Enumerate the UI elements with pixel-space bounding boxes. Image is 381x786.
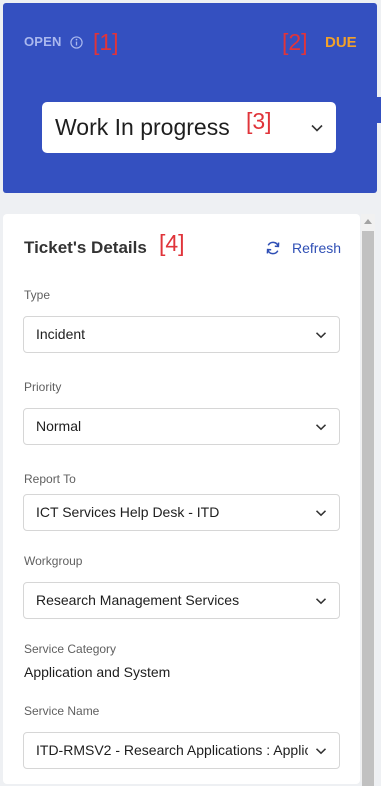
service-name-select[interactable]: ITD-RMSV2 - Research Applications : Appl… <box>23 732 340 769</box>
type-select-value: Incident <box>36 326 86 342</box>
annotation-marker-4: [4] <box>159 230 185 256</box>
workgroup-select[interactable]: Research Management Services <box>23 582 340 619</box>
refresh-icon <box>266 241 280 255</box>
status-dropdown[interactable]: Work In progress <box>42 102 336 153</box>
chevron-down-icon <box>311 124 323 132</box>
priority-label: Priority <box>24 380 62 394</box>
workgroup-label: Workgroup <box>24 554 83 568</box>
workgroup-select-value: Research Management Services <box>36 592 240 608</box>
scrollbar[interactable] <box>361 214 375 786</box>
chevron-down-icon <box>315 510 327 517</box>
priority-select[interactable]: Normal <box>23 408 340 445</box>
priority-select-value: Normal <box>36 418 82 434</box>
status-dropdown-value: Work In progress <box>55 114 230 140</box>
service-category-value: Application and System <box>24 664 171 680</box>
report-to-label: Report To <box>24 472 76 486</box>
refresh-label: Refresh <box>292 240 342 256</box>
scroll-up-arrow-icon[interactable] <box>364 219 372 224</box>
info-icon[interactable] <box>70 36 83 49</box>
refresh-button[interactable]: Refresh <box>265 239 341 257</box>
annotation-marker-2: [2] <box>282 29 308 55</box>
status-open-label: OPEN <box>24 34 62 49</box>
report-to-select[interactable]: ICT Services Help Desk - ITD <box>23 494 340 531</box>
chevron-down-icon <box>315 598 327 605</box>
panel-edge <box>377 97 381 123</box>
annotation-marker-1: [1] <box>93 29 119 55</box>
chevron-down-icon <box>315 424 327 431</box>
status-due-label: DUE <box>325 34 357 51</box>
report-to-select-value: ICT Services Help Desk - ITD <box>36 504 220 520</box>
ticket-details-card: Ticket's Details Refresh Type Incident P… <box>3 214 360 784</box>
card-title: Ticket's Details <box>24 238 147 257</box>
chevron-down-icon <box>315 748 327 755</box>
chevron-down-icon <box>315 332 327 339</box>
type-select[interactable]: Incident <box>23 316 340 353</box>
type-label: Type <box>24 288 51 302</box>
service-category-label: Service Category <box>24 642 117 656</box>
annotation-marker-3: [3] <box>246 108 272 134</box>
status-panel: OPEN DUE Work In progress <box>3 3 377 193</box>
service-name-label: Service Name <box>24 704 100 718</box>
scroll-thumb[interactable] <box>362 231 374 786</box>
service-name-select-value: ITD-RMSV2 - Research Applications : Appl… <box>36 742 308 758</box>
